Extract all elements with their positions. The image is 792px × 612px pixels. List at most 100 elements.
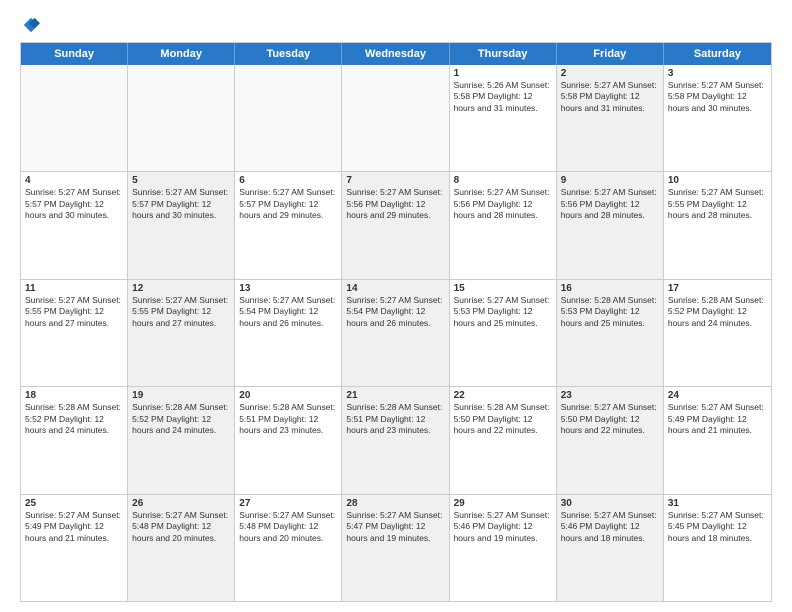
cell-content: Sunrise: 5:27 AM Sunset: 5:46 PM Dayligh…	[561, 510, 659, 544]
calendar-cell-0-0	[21, 65, 128, 171]
day-number: 17	[668, 283, 767, 294]
calendar-cell-3-5: 23Sunrise: 5:27 AM Sunset: 5:50 PM Dayli…	[557, 387, 664, 493]
day-number: 11	[25, 283, 123, 294]
day-number: 12	[132, 283, 230, 294]
calendar-cell-2-1: 12Sunrise: 5:27 AM Sunset: 5:55 PM Dayli…	[128, 280, 235, 386]
header-day-tuesday: Tuesday	[235, 43, 342, 65]
day-number: 6	[239, 175, 337, 186]
day-number: 31	[668, 498, 767, 509]
logo	[20, 16, 40, 34]
day-number: 23	[561, 390, 659, 401]
calendar-row-1: 4Sunrise: 5:27 AM Sunset: 5:57 PM Daylig…	[21, 172, 771, 279]
header-day-thursday: Thursday	[450, 43, 557, 65]
day-number: 13	[239, 283, 337, 294]
day-number: 30	[561, 498, 659, 509]
header-day-saturday: Saturday	[664, 43, 771, 65]
calendar-cell-3-4: 22Sunrise: 5:28 AM Sunset: 5:50 PM Dayli…	[450, 387, 557, 493]
cell-content: Sunrise: 5:27 AM Sunset: 5:48 PM Dayligh…	[239, 510, 337, 544]
day-number: 3	[668, 68, 767, 79]
calendar-cell-0-5: 2Sunrise: 5:27 AM Sunset: 5:58 PM Daylig…	[557, 65, 664, 171]
calendar-cell-4-0: 25Sunrise: 5:27 AM Sunset: 5:49 PM Dayli…	[21, 495, 128, 601]
day-number: 22	[454, 390, 552, 401]
calendar-cell-2-3: 14Sunrise: 5:27 AM Sunset: 5:54 PM Dayli…	[342, 280, 449, 386]
logo-text	[20, 16, 40, 34]
calendar-cell-0-6: 3Sunrise: 5:27 AM Sunset: 5:58 PM Daylig…	[664, 65, 771, 171]
header-day-wednesday: Wednesday	[342, 43, 449, 65]
logo-icon	[22, 16, 40, 34]
cell-content: Sunrise: 5:27 AM Sunset: 5:54 PM Dayligh…	[346, 295, 444, 329]
cell-content: Sunrise: 5:28 AM Sunset: 5:52 PM Dayligh…	[668, 295, 767, 329]
calendar-cell-1-2: 6Sunrise: 5:27 AM Sunset: 5:57 PM Daylig…	[235, 172, 342, 278]
cell-content: Sunrise: 5:27 AM Sunset: 5:57 PM Dayligh…	[25, 187, 123, 221]
calendar-cell-3-2: 20Sunrise: 5:28 AM Sunset: 5:51 PM Dayli…	[235, 387, 342, 493]
cell-content: Sunrise: 5:27 AM Sunset: 5:57 PM Dayligh…	[132, 187, 230, 221]
cell-content: Sunrise: 5:27 AM Sunset: 5:49 PM Dayligh…	[668, 402, 767, 436]
cell-content: Sunrise: 5:27 AM Sunset: 5:56 PM Dayligh…	[561, 187, 659, 221]
day-number: 14	[346, 283, 444, 294]
cell-content: Sunrise: 5:27 AM Sunset: 5:53 PM Dayligh…	[454, 295, 552, 329]
calendar-cell-2-2: 13Sunrise: 5:27 AM Sunset: 5:54 PM Dayli…	[235, 280, 342, 386]
day-number: 19	[132, 390, 230, 401]
header-day-monday: Monday	[128, 43, 235, 65]
calendar-cell-1-1: 5Sunrise: 5:27 AM Sunset: 5:57 PM Daylig…	[128, 172, 235, 278]
calendar-cell-0-3	[342, 65, 449, 171]
calendar-cell-3-3: 21Sunrise: 5:28 AM Sunset: 5:51 PM Dayli…	[342, 387, 449, 493]
header-day-sunday: Sunday	[21, 43, 128, 65]
calendar-cell-4-5: 30Sunrise: 5:27 AM Sunset: 5:46 PM Dayli…	[557, 495, 664, 601]
cell-content: Sunrise: 5:27 AM Sunset: 5:49 PM Dayligh…	[25, 510, 123, 544]
cell-content: Sunrise: 5:27 AM Sunset: 5:55 PM Dayligh…	[132, 295, 230, 329]
cell-content: Sunrise: 5:27 AM Sunset: 5:50 PM Dayligh…	[561, 402, 659, 436]
day-number: 29	[454, 498, 552, 509]
calendar-cell-1-0: 4Sunrise: 5:27 AM Sunset: 5:57 PM Daylig…	[21, 172, 128, 278]
calendar-cell-1-6: 10Sunrise: 5:27 AM Sunset: 5:55 PM Dayli…	[664, 172, 771, 278]
cell-content: Sunrise: 5:27 AM Sunset: 5:57 PM Dayligh…	[239, 187, 337, 221]
calendar-cell-3-0: 18Sunrise: 5:28 AM Sunset: 5:52 PM Dayli…	[21, 387, 128, 493]
page: SundayMondayTuesdayWednesdayThursdayFrid…	[0, 0, 792, 612]
header	[20, 16, 772, 34]
cell-content: Sunrise: 5:27 AM Sunset: 5:45 PM Dayligh…	[668, 510, 767, 544]
calendar-body: 1Sunrise: 5:26 AM Sunset: 5:58 PM Daylig…	[21, 65, 771, 601]
calendar-cell-4-3: 28Sunrise: 5:27 AM Sunset: 5:47 PM Dayli…	[342, 495, 449, 601]
calendar-cell-3-6: 24Sunrise: 5:27 AM Sunset: 5:49 PM Dayli…	[664, 387, 771, 493]
calendar-header: SundayMondayTuesdayWednesdayThursdayFrid…	[21, 43, 771, 65]
day-number: 5	[132, 175, 230, 186]
cell-content: Sunrise: 5:27 AM Sunset: 5:55 PM Dayligh…	[25, 295, 123, 329]
cell-content: Sunrise: 5:27 AM Sunset: 5:46 PM Dayligh…	[454, 510, 552, 544]
cell-content: Sunrise: 5:28 AM Sunset: 5:50 PM Dayligh…	[454, 402, 552, 436]
calendar-cell-2-4: 15Sunrise: 5:27 AM Sunset: 5:53 PM Dayli…	[450, 280, 557, 386]
cell-content: Sunrise: 5:27 AM Sunset: 5:58 PM Dayligh…	[668, 80, 767, 114]
cell-content: Sunrise: 5:27 AM Sunset: 5:48 PM Dayligh…	[132, 510, 230, 544]
calendar-cell-4-2: 27Sunrise: 5:27 AM Sunset: 5:48 PM Dayli…	[235, 495, 342, 601]
day-number: 10	[668, 175, 767, 186]
calendar-cell-0-1	[128, 65, 235, 171]
cell-content: Sunrise: 5:28 AM Sunset: 5:51 PM Dayligh…	[239, 402, 337, 436]
day-number: 7	[346, 175, 444, 186]
day-number: 21	[346, 390, 444, 401]
day-number: 1	[454, 68, 552, 79]
day-number: 18	[25, 390, 123, 401]
calendar-cell-0-2	[235, 65, 342, 171]
day-number: 16	[561, 283, 659, 294]
calendar-cell-2-6: 17Sunrise: 5:28 AM Sunset: 5:52 PM Dayli…	[664, 280, 771, 386]
calendar-cell-2-0: 11Sunrise: 5:27 AM Sunset: 5:55 PM Dayli…	[21, 280, 128, 386]
day-number: 8	[454, 175, 552, 186]
cell-content: Sunrise: 5:27 AM Sunset: 5:56 PM Dayligh…	[454, 187, 552, 221]
calendar-row-0: 1Sunrise: 5:26 AM Sunset: 5:58 PM Daylig…	[21, 65, 771, 172]
calendar-cell-2-5: 16Sunrise: 5:28 AM Sunset: 5:53 PM Dayli…	[557, 280, 664, 386]
calendar-row-3: 18Sunrise: 5:28 AM Sunset: 5:52 PM Dayli…	[21, 387, 771, 494]
day-number: 4	[25, 175, 123, 186]
cell-content: Sunrise: 5:26 AM Sunset: 5:58 PM Dayligh…	[454, 80, 552, 114]
cell-content: Sunrise: 5:28 AM Sunset: 5:53 PM Dayligh…	[561, 295, 659, 329]
day-number: 28	[346, 498, 444, 509]
day-number: 2	[561, 68, 659, 79]
calendar-cell-1-5: 9Sunrise: 5:27 AM Sunset: 5:56 PM Daylig…	[557, 172, 664, 278]
day-number: 24	[668, 390, 767, 401]
day-number: 26	[132, 498, 230, 509]
calendar-row-2: 11Sunrise: 5:27 AM Sunset: 5:55 PM Dayli…	[21, 280, 771, 387]
calendar-cell-0-4: 1Sunrise: 5:26 AM Sunset: 5:58 PM Daylig…	[450, 65, 557, 171]
calendar-cell-4-1: 26Sunrise: 5:27 AM Sunset: 5:48 PM Dayli…	[128, 495, 235, 601]
cell-content: Sunrise: 5:27 AM Sunset: 5:58 PM Dayligh…	[561, 80, 659, 114]
calendar-cell-1-4: 8Sunrise: 5:27 AM Sunset: 5:56 PM Daylig…	[450, 172, 557, 278]
calendar-cell-4-6: 31Sunrise: 5:27 AM Sunset: 5:45 PM Dayli…	[664, 495, 771, 601]
header-day-friday: Friday	[557, 43, 664, 65]
